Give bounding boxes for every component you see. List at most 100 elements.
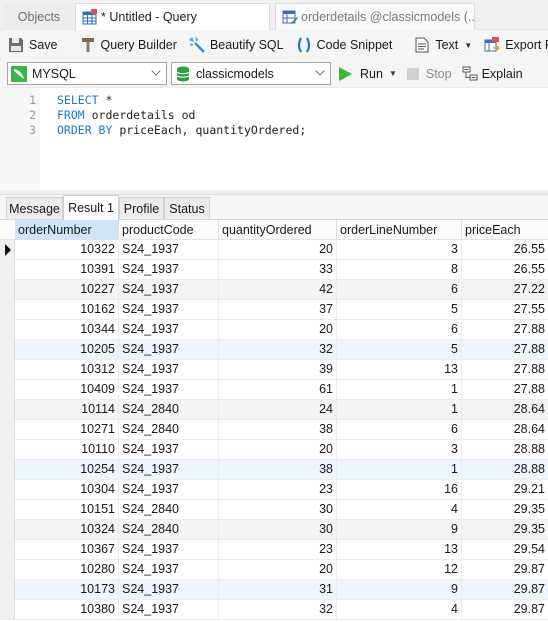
cell-productcode[interactable]: S24_2840 [119,400,219,419]
cell-quantityordered[interactable]: 23 [219,540,337,559]
cell-priceeach[interactable]: 29.54 [462,540,548,559]
cell-priceeach[interactable]: 27.55 [462,300,548,319]
table-row[interactable]: 10271 S24_2840 38 6 28.64 [0,420,548,440]
row-indicator[interactable] [0,480,15,500]
row-indicator[interactable] [0,340,15,360]
table-row[interactable]: 10391 S24_1937 33 8 26.55 [0,260,548,280]
row-indicator[interactable] [0,320,15,340]
cell-quantityordered[interactable]: 39 [219,360,337,379]
row-indicator[interactable] [0,240,15,260]
table-row[interactable]: 10254 S24_1937 38 1 28.88 [0,460,548,480]
table-row[interactable]: 10344 S24_1937 20 6 27.88 [0,320,548,340]
table-row[interactable]: 10304 S24_1937 23 16 29.21 [0,480,548,500]
cell-ordernumber[interactable]: 10391 [15,260,119,279]
explain-button[interactable]: Explain [462,66,523,82]
row-indicator[interactable] [0,260,15,280]
cell-orderlinenumber[interactable]: 5 [337,300,462,319]
row-indicator[interactable] [0,540,15,560]
row-indicator[interactable] [0,580,15,600]
cell-quantityordered[interactable]: 20 [219,440,337,459]
table-row[interactable]: 10151 S24_2840 30 4 29.35 [0,500,548,520]
cell-orderlinenumber[interactable]: 1 [337,460,462,479]
cell-priceeach[interactable]: 27.88 [462,360,548,379]
cell-quantityordered[interactable]: 20 [219,320,337,339]
cell-ordernumber[interactable]: 10304 [15,480,119,499]
table-row[interactable]: 10380 S24_1937 32 4 29.87 [0,600,548,620]
table-row[interactable]: 10280 S24_1937 20 12 29.87 [0,560,548,580]
table-row[interactable]: 10312 S24_1937 39 13 27.88 [0,360,548,380]
column-header-productcode[interactable]: productCode [119,220,219,240]
cell-ordernumber[interactable]: 10162 [15,300,119,319]
cell-orderlinenumber[interactable]: 12 [337,560,462,579]
cell-ordernumber[interactable]: 10271 [15,420,119,439]
row-indicator[interactable] [0,440,15,460]
tab-orderdetails[interactable]: orderdetails @classicmodels (... [275,3,475,30]
code-snippet-button[interactable]: Code Snippet [296,33,392,57]
cell-quantityordered[interactable]: 31 [219,580,337,599]
cell-priceeach[interactable]: 28.64 [462,420,548,439]
cell-ordernumber[interactable]: 10254 [15,460,119,479]
connection-select[interactable]: MYSQL [7,62,167,85]
cell-quantityordered[interactable]: 24 [219,400,337,419]
table-row[interactable]: 10205 S24_1937 32 5 27.88 [0,340,548,360]
cell-quantityordered[interactable]: 37 [219,300,337,319]
cell-priceeach[interactable]: 26.55 [462,260,548,279]
beautify-sql-button[interactable]: Beautify SQL [188,33,284,57]
table-row[interactable]: 10162 S24_1937 37 5 27.55 [0,300,548,320]
cell-productcode[interactable]: S24_1937 [119,340,219,359]
cell-orderlinenumber[interactable]: 4 [337,600,462,619]
cell-priceeach[interactable]: 27.88 [462,320,548,339]
cell-productcode[interactable]: S24_1937 [119,320,219,339]
cell-priceeach[interactable]: 28.88 [462,460,548,479]
cell-orderlinenumber[interactable]: 1 [337,380,462,399]
cell-orderlinenumber[interactable]: 13 [337,360,462,379]
cell-productcode[interactable]: S24_1937 [119,440,219,459]
table-row[interactable]: 10322 S24_1937 20 3 26.55 [0,240,548,260]
cell-priceeach[interactable]: 29.87 [462,600,548,619]
cell-orderlinenumber[interactable]: 9 [337,520,462,539]
row-indicator[interactable] [0,300,15,320]
cell-priceeach[interactable]: 26.55 [462,240,548,259]
cell-quantityordered[interactable]: 38 [219,460,337,479]
cell-quantityordered[interactable]: 32 [219,340,337,359]
cell-quantityordered[interactable]: 20 [219,560,337,579]
column-header-orderlinenumber[interactable]: orderLineNumber [337,220,462,240]
column-header-priceeach[interactable]: priceEach [462,220,548,240]
cell-quantityordered[interactable]: 38 [219,420,337,439]
cell-productcode[interactable]: S24_1937 [119,580,219,599]
cell-ordernumber[interactable]: 10151 [15,500,119,519]
tab-message[interactable]: Message [6,197,63,219]
row-indicator[interactable] [0,420,15,440]
cell-priceeach[interactable]: 27.88 [462,340,548,359]
row-indicator[interactable] [0,520,15,540]
cell-productcode[interactable]: S24_1937 [119,240,219,259]
cell-orderlinenumber[interactable]: 13 [337,540,462,559]
cell-productcode[interactable]: S24_1937 [119,360,219,379]
cell-priceeach[interactable]: 29.35 [462,520,548,539]
cell-ordernumber[interactable]: 10324 [15,520,119,539]
cell-productcode[interactable]: S24_1937 [119,280,219,299]
export-result-button[interactable]: Export Result [484,33,548,57]
cell-ordernumber[interactable]: 10409 [15,380,119,399]
table-row[interactable]: 10173 S24_1937 31 9 29.87 [0,580,548,600]
cell-priceeach[interactable]: 28.64 [462,400,548,419]
caret-down-icon[interactable]: ▼ [389,69,397,78]
cell-productcode[interactable]: S24_1937 [119,560,219,579]
cell-quantityordered[interactable]: 42 [219,280,337,299]
cell-productcode[interactable]: S24_1937 [119,380,219,399]
cell-priceeach[interactable]: 29.21 [462,480,548,499]
row-indicator[interactable] [0,380,15,400]
cell-orderlinenumber[interactable]: 3 [337,240,462,259]
column-header-ordernumber[interactable]: orderNumber [15,220,119,240]
row-indicator[interactable] [0,400,15,420]
table-row[interactable]: 10110 S24_1937 20 3 28.88 [0,440,548,460]
tab-result-1[interactable]: Result 1 [63,195,119,220]
cell-orderlinenumber[interactable]: 6 [337,320,462,339]
cell-orderlinenumber[interactable]: 5 [337,340,462,359]
sql-editor[interactable]: 1 SELECT * 2 FROM orderdetails od 3 ORDE… [0,87,548,191]
row-indicator[interactable] [0,460,15,480]
cell-ordernumber[interactable]: 10114 [15,400,119,419]
cell-orderlinenumber[interactable]: 3 [337,440,462,459]
cell-productcode[interactable]: S24_1937 [119,600,219,619]
database-select[interactable]: classicmodels [171,62,331,85]
